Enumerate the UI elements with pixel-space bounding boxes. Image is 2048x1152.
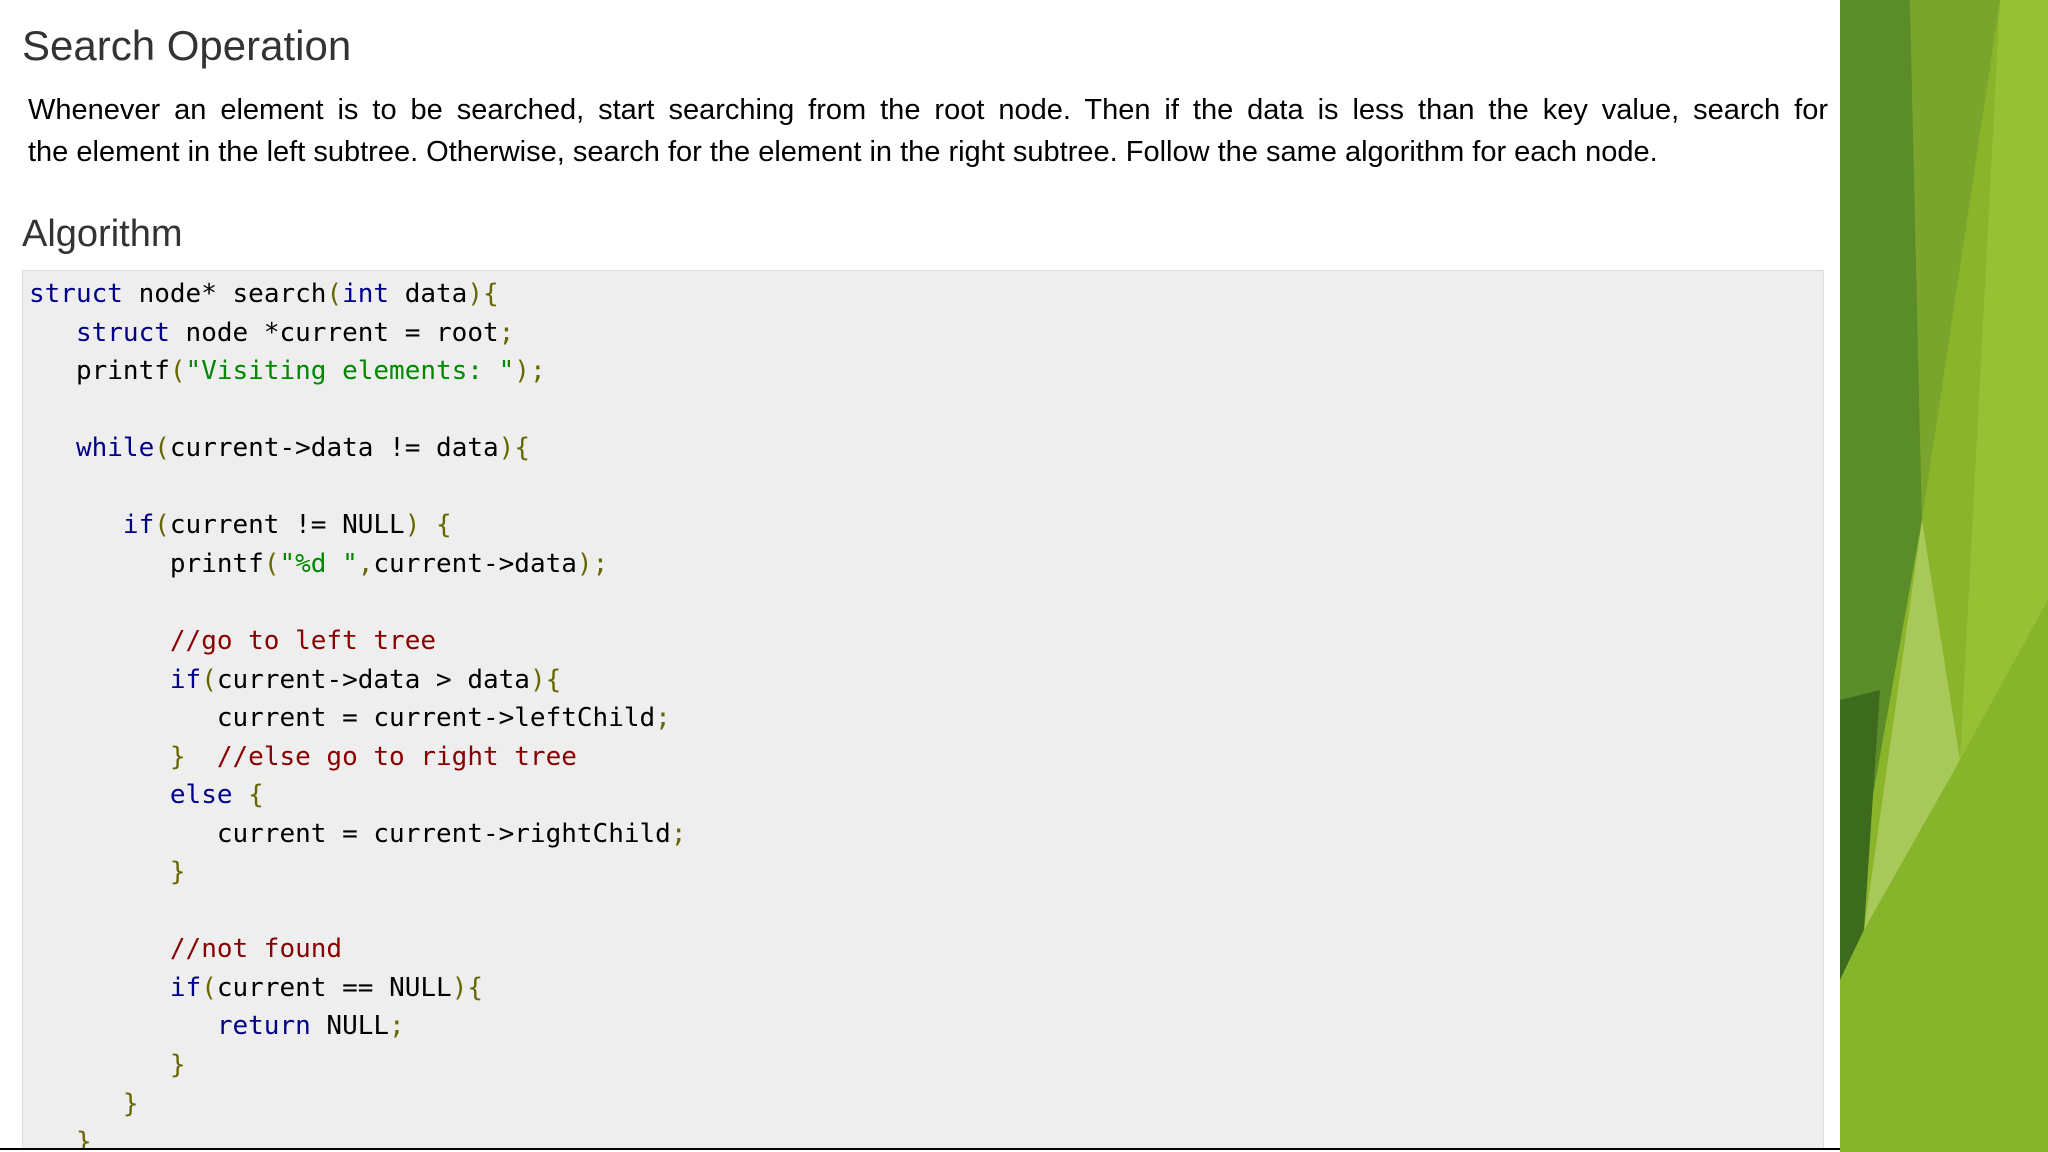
code-line: while(current->data != data){ [75, 433, 530, 464]
intro-line: the element in the left subtree. Otherwi… [28, 136, 1658, 168]
code-line: //not found [169, 934, 343, 965]
code-line: printf("Visiting elements: "); [75, 356, 546, 387]
code-line: if(current == NULL){ [169, 972, 483, 1003]
code-line: printf("%d ",current->data); [169, 548, 609, 579]
slide: Search Operation Whenever an element is … [0, 0, 2048, 1152]
code-line: if(current != NULL) { [122, 510, 452, 541]
code-line: } [169, 857, 186, 888]
bottom-divider [0, 1148, 1840, 1150]
code-line: } [122, 1088, 139, 1119]
code-line: } [75, 1127, 92, 1150]
intro-line: Whenever an element is to be searched, s… [28, 94, 1828, 126]
page-title: Search Operation [22, 22, 352, 69]
code-line: current = current->rightChild; [216, 818, 687, 849]
code-line: //go to left tree [169, 625, 436, 656]
code-line: if(current->data > data){ [169, 664, 562, 695]
intro-paragraph: Whenever an element is to be searched, s… [28, 89, 1828, 173]
code-line: } //else go to right tree [169, 741, 577, 772]
code-block: struct node* search(int data){ struct no… [22, 270, 1824, 1150]
code-line: return NULL; [216, 1011, 405, 1042]
code-line: else { [169, 780, 264, 811]
code-line: } [169, 1050, 186, 1080]
code-line: struct node *current = root; [75, 317, 515, 348]
section-heading-algorithm: Algorithm [22, 213, 183, 255]
code-line: struct node* search(int data){ [29, 279, 499, 309]
code-line: current = current->leftChild; [216, 703, 671, 734]
slide-content: Search Operation Whenever an element is … [0, 0, 1840, 1150]
green-facets-decoration [1840, 0, 2048, 1152]
